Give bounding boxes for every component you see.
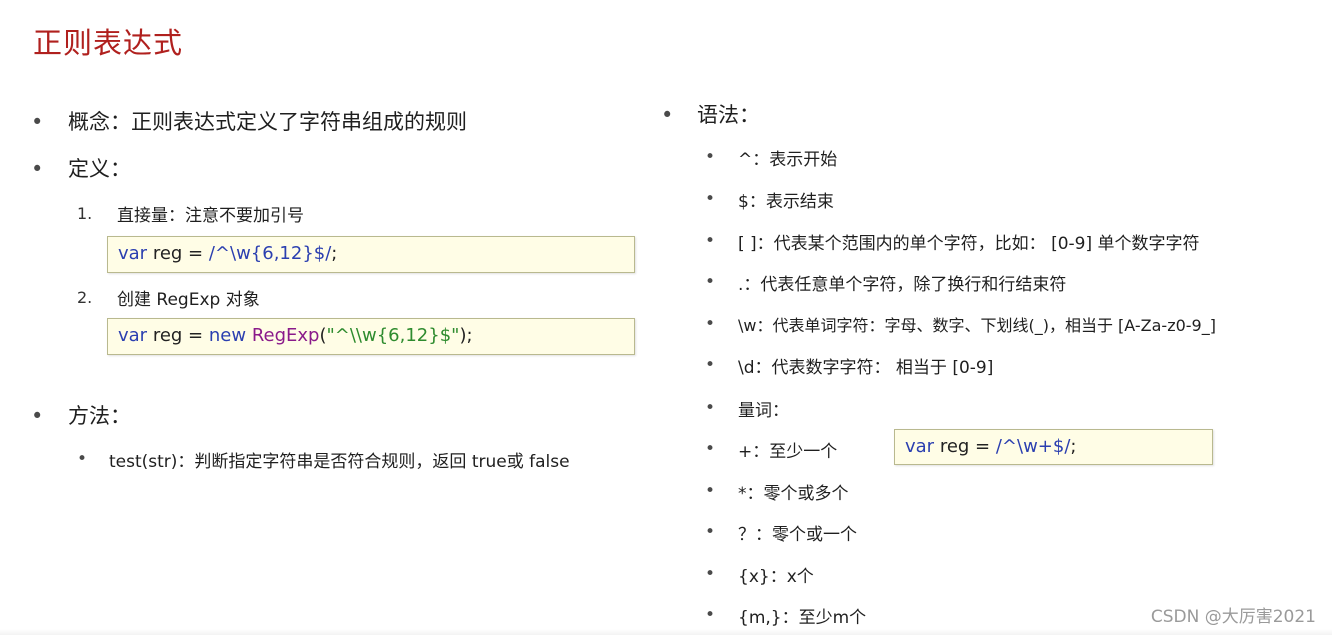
code-snippet-quantifier: var reg = /^\w+$/;	[894, 429, 1213, 465]
syntax-item: {x}：x个	[738, 567, 814, 587]
watermark: CSDN @大厉害2021	[1150, 607, 1316, 627]
code-keyword: var	[118, 243, 148, 264]
code-text: ;	[1070, 436, 1077, 457]
syntax-item: [ ]：代表某个范围内的单个字符，比如： [0-9] 单个数字字符	[738, 234, 1200, 254]
syntax-item: \d：代表数字字符： 相当于 [0-9]	[738, 358, 994, 378]
syntax-item: ^：表示开始	[738, 150, 838, 170]
bullet-dot: •	[704, 481, 716, 501]
code-text: reg =	[147, 325, 209, 346]
def-item-label: 创建 RegExp 对象	[117, 290, 260, 310]
code-regex: /^\w{6,12}$/	[208, 243, 332, 264]
bullet-dot: •	[704, 314, 716, 334]
bullet-dot: •	[704, 355, 716, 375]
bullet-dot: •	[704, 522, 716, 542]
bottom-edge	[0, 629, 1332, 635]
def-item-number: 2.	[77, 288, 93, 307]
code-text: ;	[331, 243, 338, 264]
code-text: reg =	[147, 243, 209, 264]
bullet-dot: •	[704, 231, 716, 251]
syntax-item: ？：零个或一个	[738, 525, 857, 545]
code-text: reg =	[934, 436, 996, 457]
bullet-dot: •	[704, 564, 716, 584]
code-keyword: var	[118, 325, 148, 346]
syntax-item: {m,}：至少m个	[738, 608, 867, 628]
definition-heading: 定义：	[68, 157, 131, 181]
bullet-dot: •	[76, 449, 88, 469]
bullet-dot: •	[704, 147, 716, 167]
bullet-dot: •	[704, 272, 716, 292]
bullet-dot: •	[31, 157, 44, 181]
bullet-dot: •	[704, 189, 716, 209]
bullet-dot: •	[661, 103, 674, 127]
code-object: RegExp	[251, 325, 320, 346]
code-snippet-literal: var reg = /^\w{6,12}$/;	[107, 236, 635, 273]
code-keyword: new	[208, 325, 247, 346]
syntax-item: .：代表任意单个字符，除了换行和行结束符	[738, 275, 1067, 295]
def-item-label: 直接量：注意不要加引号	[117, 206, 304, 226]
bullet-dot: •	[704, 605, 716, 625]
method-item: test(str)：判断指定字符串是否符合规则，返回 true或 false	[109, 452, 570, 472]
syntax-item: $：表示结束	[738, 192, 834, 212]
concept-text: 概念：正则表达式定义了字符串组成的规则	[68, 110, 467, 134]
code-snippet-regexp: var reg = new RegExp("^\\w{6,12}$");	[107, 318, 635, 355]
syntax-item: *：零个或多个	[738, 484, 849, 504]
def-item-number: 1.	[77, 204, 93, 223]
code-text: );	[459, 325, 473, 346]
syntax-item: \w：代表单词字符：字母、数字、下划线(_)，相当于 [A-Za-z0-9_]	[738, 316, 1216, 335]
page-title: 正则表达式	[33, 26, 184, 60]
bullet-dot: •	[31, 110, 44, 134]
methods-heading: 方法：	[68, 404, 131, 428]
bullet-dot: •	[704, 439, 716, 459]
syntax-item: 量词：	[738, 401, 789, 421]
bullet-dot: •	[31, 404, 44, 428]
code-regex: /^\w+$/	[995, 436, 1071, 457]
code-keyword: var	[905, 436, 935, 457]
bullet-dot: •	[704, 398, 716, 418]
code-string: "^\\w{6,12}$"	[326, 325, 460, 346]
syntax-heading: 语法：	[697, 103, 760, 127]
slide: 正则表达式 • 概念：正则表达式定义了字符串组成的规则 • 定义： 1. 直接量…	[0, 0, 1332, 635]
code-text: (	[319, 325, 327, 346]
syntax-item: +：至少一个	[738, 442, 838, 462]
